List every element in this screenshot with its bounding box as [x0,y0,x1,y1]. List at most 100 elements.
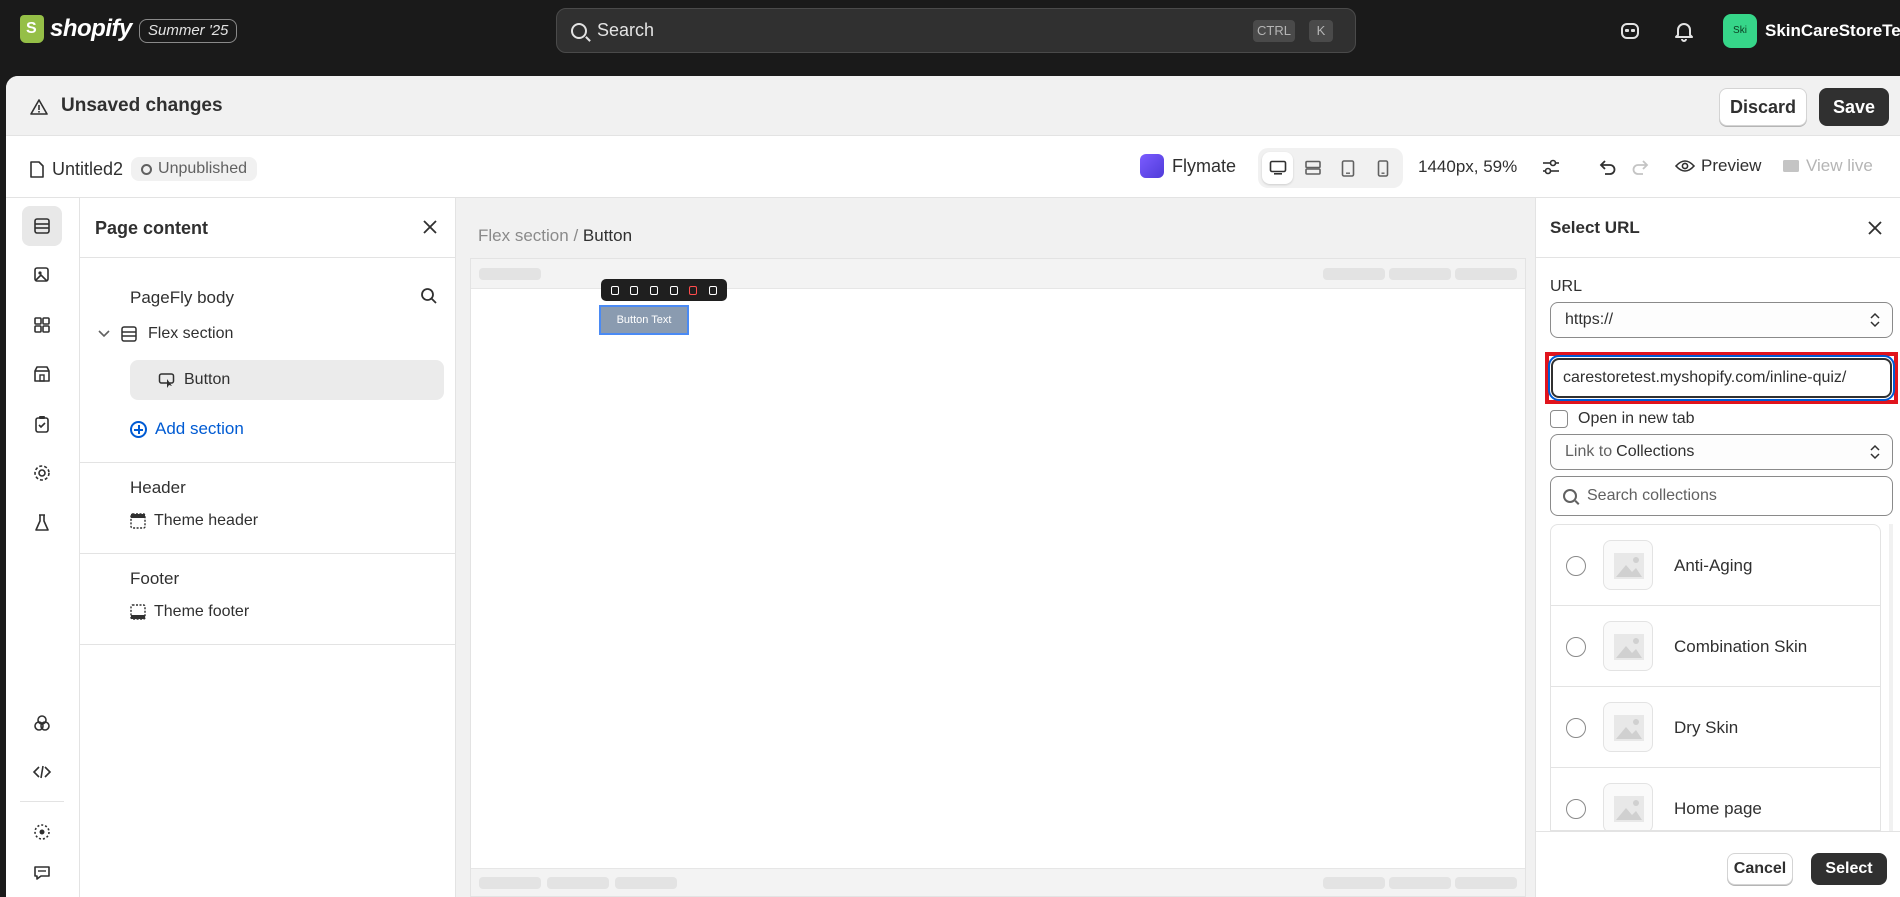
collection-radio[interactable] [1566,799,1586,819]
save-button[interactable]: Save [1819,88,1889,126]
drag-handle-icon[interactable] [610,285,619,295]
collections-scrollbar[interactable] [1889,524,1893,831]
link-to-select[interactable]: Link to Collections [1550,434,1893,470]
open-in-new-tab-label: Open in new tab [1578,410,1695,427]
undo-icon[interactable] [1596,156,1618,178]
select-url-footer: Cancel Select [1536,831,1900,897]
sections-icon[interactable] [22,206,62,246]
tree-item-theme-header[interactable]: Theme header [130,512,258,530]
image-placeholder-icon [1603,702,1653,752]
select-url-panel: Select URL URL https:// Open in new tab … [1535,198,1900,897]
page-title-area[interactable]: Untitled2 Unpublished [30,157,257,181]
selected-button-element[interactable]: Button Text [599,305,689,335]
collection-radio[interactable] [1566,556,1586,576]
tree-item-theme-footer[interactable]: Theme footer [130,603,249,621]
collection-radio[interactable] [1566,718,1586,738]
collection-radio[interactable] [1566,637,1586,657]
delete-icon[interactable] [689,285,698,295]
store-icon[interactable] [22,354,62,394]
shopify-logo[interactable]: shopify [20,15,132,43]
warning-icon [30,99,48,115]
view-live-icon [1783,160,1799,172]
list-item[interactable]: Home page [1551,768,1880,830]
edition-badge: Summer '25 [139,19,238,43]
admin-search-bar[interactable]: Search CTRL K [556,8,1356,53]
skeleton-bar [1455,877,1517,889]
skeleton-bar [1455,268,1517,280]
skeleton-bar [479,268,541,280]
sliders-icon[interactable] [1540,156,1562,178]
view-live-button[interactable]: View live [1782,156,1873,176]
tree-item-flex-section[interactable]: Flex section [98,325,233,343]
flask-icon[interactable] [22,503,62,543]
editor-toolbar: Untitled2 Unpublished Flymate 1440px, 59… [6,136,1900,198]
redo-icon[interactable] [1630,156,1652,178]
media-icon[interactable] [22,255,62,295]
canvas-area: Flex section / Button Button Text [456,198,1535,897]
desktop-icon[interactable] [1262,152,1293,184]
collection-name: Anti-Aging [1674,556,1753,575]
page-editor: Unsaved changes Discard Save Untitled2 U… [6,76,1900,897]
button-element-icon [158,373,175,388]
settings-dots-icon[interactable] [22,812,62,852]
unsaved-changes-title: Unsaved changes [61,95,223,116]
store-avatar: Ski [1723,14,1757,48]
list-item[interactable]: Dry Skin [1551,687,1880,768]
add-section-label: Add section [155,419,244,438]
panel-divider [80,553,455,554]
search-collections-input[interactable]: Search collections [1550,476,1893,516]
list-item[interactable]: Combination Skin [1551,606,1880,687]
zoom-level[interactable]: 1440px, 59% [1418,157,1517,177]
panel-divider [80,462,455,463]
page-content-header: Page content [80,198,455,258]
gear-icon[interactable] [22,453,62,493]
collapse-icon[interactable] [709,285,718,295]
breadcrumb-parent[interactable]: Flex section [478,226,569,245]
unsaved-changes-bar: Unsaved changes Discard Save [6,76,1900,136]
chevron-down-icon[interactable] [98,330,110,338]
select-url-header: Select URL [1536,198,1900,258]
paste-icon[interactable] [669,285,678,295]
close-icon[interactable] [1866,219,1884,237]
cancel-button[interactable]: Cancel [1727,853,1793,885]
url-input[interactable] [1548,355,1895,401]
close-icon[interactable] [421,218,439,236]
clipboard-check-icon[interactable] [22,404,62,444]
copy-icon[interactable] [650,285,659,295]
code-icon[interactable] [22,752,62,792]
pagefly-body-label[interactable]: PageFly body [130,288,234,308]
tree-item-button[interactable]: Button [130,360,444,400]
bell-icon[interactable] [1673,20,1695,42]
page-preview-frame[interactable]: Button Text [470,258,1526,897]
skeleton-bar [1323,877,1385,889]
collection-name: Home page [1674,799,1762,818]
chat-icon[interactable] [22,853,62,893]
open-in-new-tab-option[interactable]: Open in new tab [1550,410,1695,428]
preview-button[interactable]: Preview [1675,156,1761,176]
sidekick-icon[interactable] [1619,20,1641,42]
device-switcher [1258,148,1403,188]
flymate-app-button[interactable]: Flymate [1140,154,1236,178]
element-quick-toolbar [601,279,727,301]
select-button[interactable]: Select [1811,853,1887,885]
breadcrumb-separator: / [573,226,579,245]
link-to-value: Collections [1616,443,1695,460]
mobile-icon[interactable] [1367,152,1398,184]
store-switcher[interactable]: Ski SkinCareStoreTest [1723,14,1900,48]
open-in-new-tab-checkbox[interactable] [1550,410,1568,428]
apps-icon[interactable] [22,703,62,743]
protocol-select[interactable]: https:// [1550,302,1893,338]
page-content-panel: Page content PageFly body Flex section B… [80,198,456,897]
duplicate-icon[interactable] [630,285,639,295]
search-icon[interactable] [420,287,438,305]
footer-group-title: Footer [130,569,180,588]
select-url-title: Select URL [1550,218,1640,237]
elements-icon[interactable] [22,305,62,345]
tablet-icon[interactable] [1332,152,1363,184]
discard-button[interactable]: Discard [1719,88,1807,126]
list-item[interactable]: Anti-Aging [1551,525,1880,606]
header-group-title: Header [130,478,186,497]
laptop-icon[interactable] [1297,152,1328,184]
add-section-button[interactable]: Add section [130,419,244,439]
preview-label: Preview [1701,156,1762,175]
